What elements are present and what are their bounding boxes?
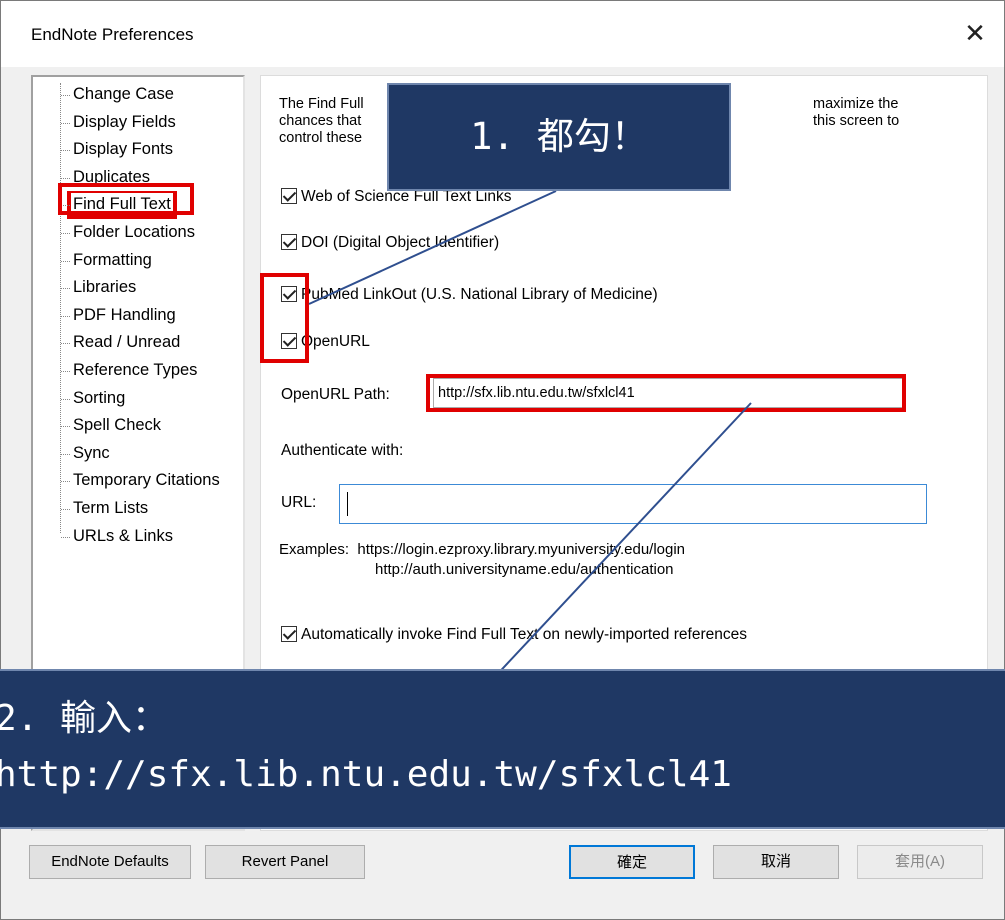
revert-panel-button[interactable]: Revert Panel xyxy=(205,845,365,879)
openurl-path-highlight xyxy=(426,374,906,412)
examples-block: Examples: https://login.ezproxy.library.… xyxy=(279,540,685,580)
callout-enter-url-line1: 2. 輸入： xyxy=(0,698,169,739)
pubmed-checkbox-row[interactable]: PubMed LinkOut (U.S. National Library of… xyxy=(281,286,658,308)
tree-item-label: Temporary Citations xyxy=(73,471,220,490)
title-bar: EndNote Preferences ✕ xyxy=(1,1,1004,67)
tree-item[interactable]: Term Lists xyxy=(33,495,245,523)
callout-check-all: 1. 都勾！ xyxy=(387,83,731,191)
example-url-1: https://login.ezproxy.library.myuniversi… xyxy=(357,541,686,558)
tree-list: Change Case Display Fields Display Fonts Du… xyxy=(33,81,245,550)
callout-enter-url-line2: http://sfx.lib.ntu.edu.tw/sfxlcl41 xyxy=(0,754,732,795)
web-of-science-checkbox[interactable] xyxy=(281,188,297,204)
tree-item-label: Read / Unread xyxy=(73,333,181,352)
doi-label: DOI (Digital Object Identifier) xyxy=(301,234,500,251)
authenticate-label: Authenticate with: xyxy=(281,442,404,459)
doi-checkbox[interactable] xyxy=(281,234,297,250)
tree-item[interactable]: Sync xyxy=(33,440,245,468)
tree-item[interactable]: PDF Handling xyxy=(33,302,245,330)
tree-item[interactable]: Display Fonts xyxy=(33,136,245,164)
tree-item-label: Spell Check xyxy=(73,416,162,435)
tree-item[interactable]: Change Case xyxy=(33,81,245,109)
url-input[interactable] xyxy=(339,484,927,524)
cancel-button[interactable]: 取消 xyxy=(713,845,839,879)
tree-item-label: Display Fields xyxy=(73,112,176,131)
tree-item-label: PDF Handling xyxy=(73,305,176,324)
tree-item-label: Sorting xyxy=(73,388,126,407)
doi-checkbox-row[interactable]: DOI (Digital Object Identifier) xyxy=(281,234,499,256)
tree-item-label: URLs & Links xyxy=(73,526,173,545)
tree-item-label: Formatting xyxy=(73,250,152,269)
tree-item[interactable]: Sorting xyxy=(33,385,245,413)
intro-text-right: maximize the this screen to xyxy=(813,96,983,130)
pubmed-label: PubMed LinkOut (U.S. National Library of… xyxy=(301,286,658,303)
tree-item[interactable]: Reference Types xyxy=(33,357,245,385)
intro-line: this screen to xyxy=(813,113,900,129)
checkbox-highlight xyxy=(260,273,309,363)
tree-item[interactable]: Formatting xyxy=(33,247,245,275)
tree-item[interactable]: URLs & Links xyxy=(33,523,245,551)
intro-line: maximize the xyxy=(813,96,899,112)
tree-item-label: Term Lists xyxy=(73,498,149,517)
callout-enter-url: 2. 輸入： http://sfx.lib.ntu.edu.tw/sfxlcl4… xyxy=(0,669,1005,829)
tree-item[interactable]: Libraries xyxy=(33,274,245,302)
openurl-label: OpenURL xyxy=(301,333,370,350)
find-full-text-highlight xyxy=(58,183,194,215)
close-icon[interactable]: ✕ xyxy=(957,15,993,51)
tree-item[interactable]: Read / Unread xyxy=(33,329,245,357)
endnote-defaults-button[interactable]: EndNote Defaults xyxy=(29,845,191,879)
text-caret xyxy=(347,492,348,516)
tree-item-label: Sync xyxy=(73,443,110,462)
tree-item[interactable]: Folder Locations xyxy=(33,219,245,247)
window-title: EndNote Preferences xyxy=(31,25,194,44)
auto-invoke-label: Automatically invoke Find Full Text on n… xyxy=(301,626,747,643)
auto-invoke-checkbox-row[interactable]: Automatically invoke Find Full Text on n… xyxy=(281,626,747,648)
tree-item-label: Reference Types xyxy=(73,360,198,379)
openurl-path-label: OpenURL Path: xyxy=(281,386,390,403)
examples-label: Examples: xyxy=(279,541,350,558)
tree-item[interactable]: Display Fields xyxy=(33,109,245,137)
tree-item-label: Folder Locations xyxy=(73,222,195,241)
tree-item-label: Libraries xyxy=(73,278,137,297)
tree-item[interactable]: Spell Check xyxy=(33,412,245,440)
url-label: URL: xyxy=(281,494,317,511)
auto-invoke-checkbox[interactable] xyxy=(281,626,297,642)
example-url-2: http://auth.universityname.edu/authentic… xyxy=(375,561,674,578)
ok-button[interactable]: 確定 xyxy=(569,845,695,879)
preferences-dialog: EndNote Preferences ✕ Change Case Display… xyxy=(0,0,1005,920)
tree-item[interactable]: Temporary Citations xyxy=(33,467,245,495)
tree-item-label: Change Case xyxy=(73,85,174,103)
tree-item-label: Display Fonts xyxy=(73,140,173,159)
web-of-science-checkbox-row[interactable]: Web of Science Full Text Links xyxy=(281,188,512,210)
apply-button[interactable]: 套用(A) xyxy=(857,845,983,879)
